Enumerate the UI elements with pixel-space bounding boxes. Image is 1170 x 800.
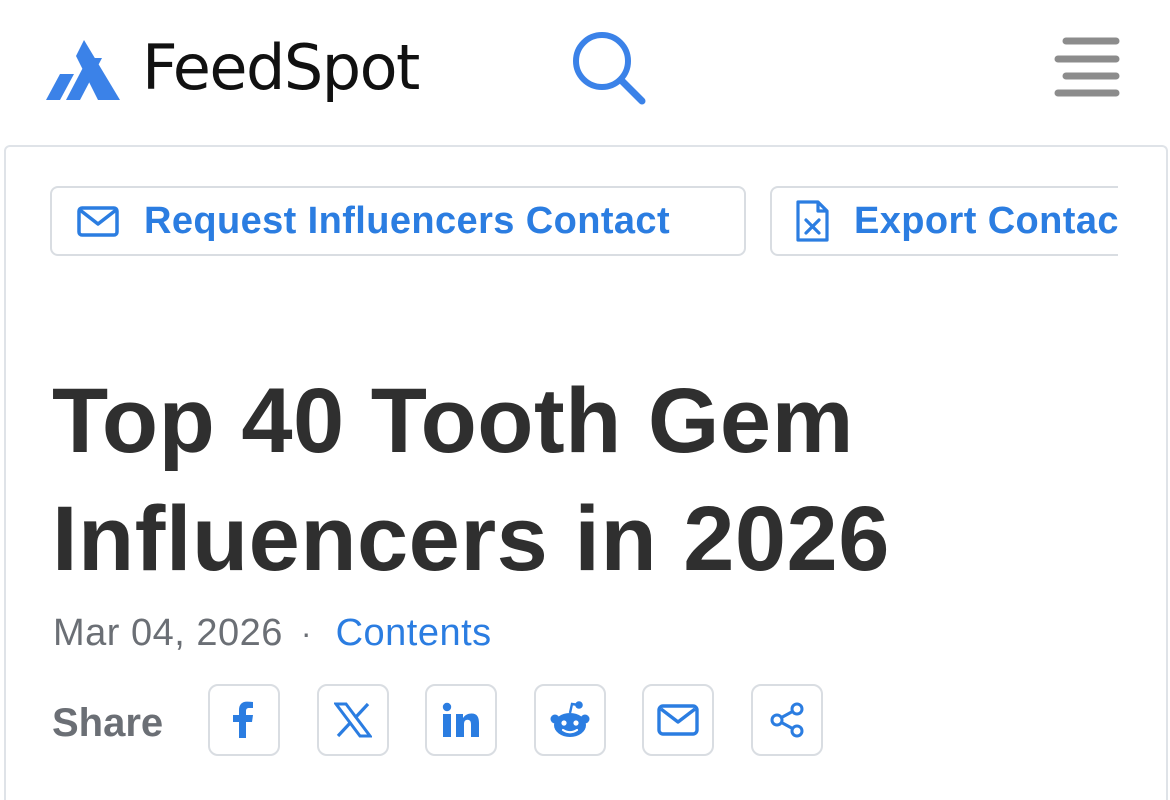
top-navbar: FeedSpot bbox=[0, 0, 1170, 145]
share-more-button[interactable] bbox=[751, 684, 823, 756]
share-icon bbox=[770, 702, 804, 738]
share-reddit-button[interactable] bbox=[534, 684, 606, 756]
export-contacts-label: Export Contacts bbox=[854, 199, 1118, 242]
linkedin-icon bbox=[442, 702, 479, 737]
request-influencers-contact-label: Request Influencers Contact bbox=[144, 199, 671, 242]
excel-file-icon bbox=[796, 200, 829, 242]
x-twitter-icon bbox=[334, 702, 372, 738]
brand-name: FeedSpot bbox=[142, 31, 420, 104]
page-title-line-2: Influencers in 2026 bbox=[52, 488, 890, 590]
meta-separator: · bbox=[300, 614, 312, 651]
share-linkedin-button[interactable] bbox=[425, 684, 497, 756]
email-icon bbox=[657, 704, 699, 736]
export-contacts-button[interactable]: Export Contacts bbox=[770, 186, 1118, 256]
facebook-icon bbox=[233, 701, 253, 738]
share-x-button[interactable] bbox=[317, 684, 389, 756]
page-title-line-1: Top 40 Tooth Gem bbox=[52, 370, 854, 472]
share-facebook-button[interactable] bbox=[208, 684, 280, 756]
contents-link[interactable]: Contents bbox=[336, 612, 492, 655]
action-bar: Request Influencers Contact Export Conta… bbox=[50, 186, 1118, 258]
page-title: Top 40 Tooth Gem Influencers in 2026 bbox=[52, 362, 1052, 598]
share-label: Share bbox=[52, 701, 164, 745]
envelope-icon bbox=[77, 206, 119, 237]
publish-date: Mar 04, 2026 bbox=[53, 611, 283, 654]
search-icon[interactable] bbox=[568, 28, 650, 108]
feedspot-logo[interactable]: FeedSpot bbox=[46, 31, 420, 104]
hamburger-menu-icon[interactable] bbox=[1052, 34, 1122, 100]
request-influencers-contact-button[interactable]: Request Influencers Contact bbox=[50, 186, 746, 256]
article-meta: Mar 04, 2026 · Contents bbox=[53, 608, 492, 658]
feedspot-logo-icon bbox=[46, 40, 120, 100]
share-email-button[interactable] bbox=[642, 684, 714, 756]
reddit-icon bbox=[550, 701, 590, 737]
